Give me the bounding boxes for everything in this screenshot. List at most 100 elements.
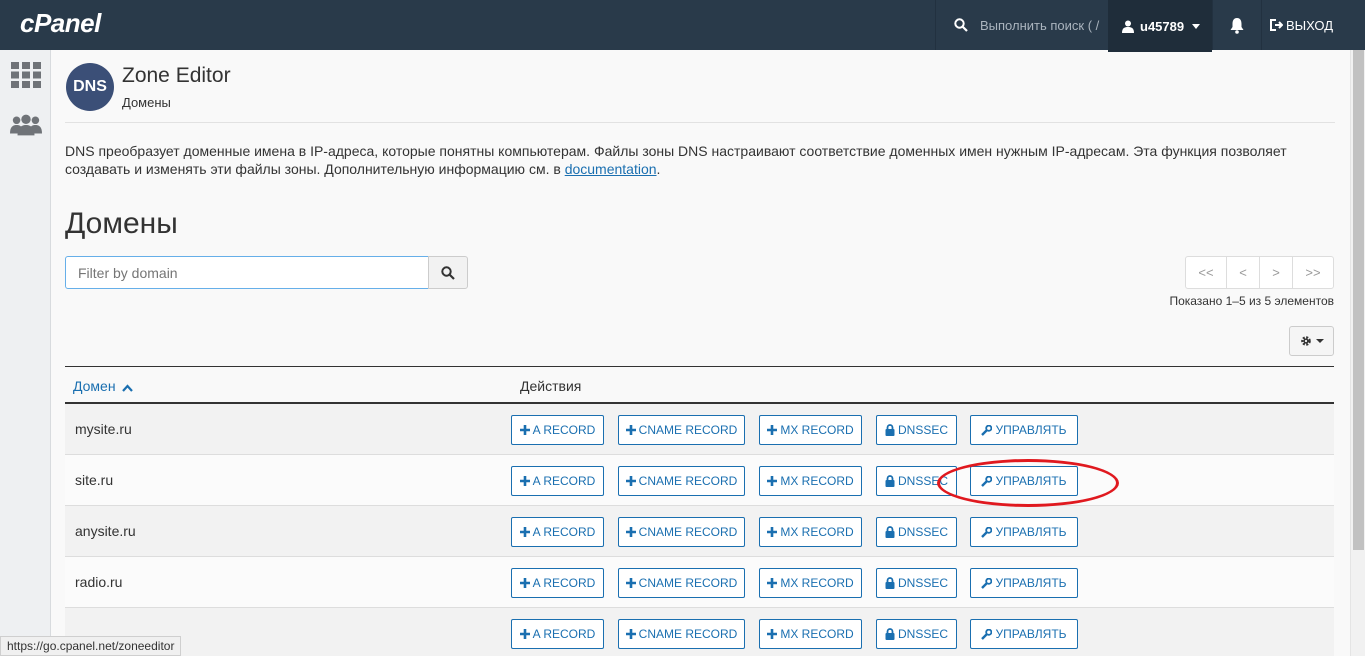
- wrench-icon: [981, 475, 993, 487]
- sidebar: [0, 50, 51, 656]
- page-first-button[interactable]: <<: [1185, 256, 1227, 289]
- cname-record-label: CNAME RECORD: [638, 423, 738, 437]
- add-mx-record-button[interactable]: MX RECORD: [759, 568, 862, 598]
- page-next-button[interactable]: >: [1259, 256, 1293, 289]
- user-icon: [1122, 20, 1134, 33]
- dnssec-button[interactable]: DNSSEC: [876, 466, 957, 496]
- dnssec-button[interactable]: DNSSEC: [876, 415, 957, 445]
- cname-record-label: CNAME RECORD: [638, 474, 738, 488]
- manage-button[interactable]: УПРАВЛЯТЬ: [970, 466, 1078, 496]
- scrollbar-thumb[interactable]: [1353, 50, 1364, 550]
- plus-icon: [519, 476, 530, 486]
- user-menu-button[interactable]: u45789: [1108, 0, 1212, 52]
- add-a-record-button[interactable]: A RECORD: [511, 466, 604, 496]
- documentation-link[interactable]: documentation: [565, 161, 657, 177]
- cname-record-label: CNAME RECORD: [638, 525, 738, 539]
- add-cname-record-button[interactable]: CNAME RECORD: [618, 466, 745, 496]
- mx-record-label: MX RECORD: [780, 474, 854, 488]
- plus-icon: [519, 527, 530, 537]
- chevron-down-icon: [1192, 23, 1201, 29]
- a-record-label: A RECORD: [532, 525, 596, 539]
- lock-icon: [885, 475, 895, 487]
- manage-button[interactable]: УПРАВЛЯТЬ: [970, 619, 1078, 649]
- search-placeholder[interactable]: Выполнить поиск ( /: [980, 18, 1099, 33]
- add-a-record-button[interactable]: A RECORD: [511, 568, 604, 598]
- section-title: Домены: [65, 207, 178, 240]
- plus-icon: [625, 425, 636, 435]
- plus-icon: [625, 578, 636, 588]
- manage-label: УПРАВЛЯТЬ: [995, 627, 1067, 641]
- add-a-record-button[interactable]: A RECORD: [511, 415, 604, 445]
- manage-label: УПРАВЛЯТЬ: [995, 525, 1067, 539]
- wrench-icon: [981, 424, 993, 436]
- top-navbar: cPanel Выполнить поиск ( / u45789 ВЫХОД: [0, 0, 1365, 52]
- plus-icon: [625, 629, 636, 639]
- dnssec-button[interactable]: DNSSEC: [876, 517, 957, 547]
- lock-icon: [885, 577, 895, 589]
- manage-button[interactable]: УПРАВЛЯТЬ: [970, 517, 1078, 547]
- mx-record-label: MX RECORD: [780, 576, 854, 590]
- description-end: .: [656, 161, 661, 177]
- add-cname-record-button[interactable]: CNAME RECORD: [618, 568, 745, 598]
- username: u45789: [1140, 18, 1185, 34]
- vertical-scrollbar[interactable]: [1350, 50, 1365, 656]
- description-text: DNS преобразует доменные имена в IP-адре…: [65, 143, 1287, 177]
- add-mx-record-button[interactable]: MX RECORD: [759, 415, 862, 445]
- mx-record-label: MX RECORD: [780, 627, 854, 641]
- dns-icon-text: DNS: [73, 78, 107, 95]
- page-last-button[interactable]: >>: [1292, 256, 1334, 289]
- manage-button[interactable]: УПРАВЛЯТЬ: [970, 415, 1078, 445]
- grid-icon[interactable]: [10, 60, 42, 90]
- search-icon: [954, 18, 968, 32]
- add-a-record-button[interactable]: A RECORD: [511, 619, 604, 649]
- table-settings-button[interactable]: [1289, 326, 1334, 356]
- table-row: site.ru A RECORD CNAME RECORD MX RECORD …: [65, 455, 1334, 506]
- domain-name: anysite.ru: [75, 523, 136, 539]
- manage-label: УПРАВЛЯТЬ: [995, 576, 1067, 590]
- dnssec-label: DNSSEC: [897, 576, 948, 590]
- wrench-icon: [981, 577, 993, 589]
- page-title: Zone Editor: [122, 64, 231, 87]
- domains-table: Домен Действия mysite.ru A RECORD CNAME …: [65, 366, 1334, 656]
- column-header-actions: Действия: [520, 378, 582, 394]
- add-cname-record-button[interactable]: CNAME RECORD: [618, 619, 745, 649]
- filter-search-button[interactable]: [428, 256, 468, 289]
- dnssec-button[interactable]: DNSSEC: [876, 568, 957, 598]
- search-icon: [441, 265, 455, 280]
- global-search[interactable]: Выполнить поиск ( /: [935, 0, 1107, 50]
- add-a-record-button[interactable]: A RECORD: [511, 517, 604, 547]
- dnssec-button[interactable]: DNSSEC: [876, 619, 957, 649]
- a-record-label: A RECORD: [532, 576, 596, 590]
- column-header-domain[interactable]: Домен: [73, 378, 134, 395]
- add-cname-record-button[interactable]: CNAME RECORD: [618, 415, 745, 445]
- sort-up-icon: [122, 379, 134, 395]
- dnssec-label: DNSSEC: [897, 627, 948, 641]
- table-row: mysite.ru A RECORD CNAME RECORD MX RECOR…: [65, 404, 1334, 455]
- a-record-label: A RECORD: [532, 474, 596, 488]
- pagination: << < > >>: [1185, 256, 1334, 289]
- dnssec-label: DNSSEC: [897, 423, 948, 437]
- logout-button[interactable]: ВЫХОД: [1270, 0, 1333, 50]
- add-cname-record-button[interactable]: CNAME RECORD: [618, 517, 745, 547]
- filter-domain-input[interactable]: [65, 256, 429, 289]
- users-icon[interactable]: [10, 110, 42, 140]
- add-mx-record-button[interactable]: MX RECORD: [759, 466, 862, 496]
- cpanel-logo[interactable]: cPanel: [20, 8, 101, 39]
- manage-label: УПРАВЛЯТЬ: [995, 474, 1067, 488]
- chevron-down-icon: [1315, 339, 1324, 343]
- add-mx-record-button[interactable]: MX RECORD: [759, 619, 862, 649]
- wrench-icon: [981, 628, 993, 640]
- page-prev-button[interactable]: <: [1226, 256, 1260, 289]
- manage-button[interactable]: УПРАВЛЯТЬ: [970, 568, 1078, 598]
- gear-icon: [1300, 335, 1312, 347]
- lock-icon: [885, 526, 895, 538]
- manage-label: УПРАВЛЯТЬ: [995, 423, 1067, 437]
- dnssec-label: DNSSEC: [897, 525, 948, 539]
- add-mx-record-button[interactable]: MX RECORD: [759, 517, 862, 547]
- wrench-icon: [981, 526, 993, 538]
- breadcrumb: Домены: [122, 95, 171, 110]
- table-row: radio.ru A RECORD CNAME RECORD MX RECORD…: [65, 557, 1334, 608]
- notifications-button[interactable]: [1212, 0, 1262, 50]
- cname-record-label: CNAME RECORD: [638, 576, 738, 590]
- pagination-info: Показано 1–5 из 5 элементов: [1169, 294, 1334, 308]
